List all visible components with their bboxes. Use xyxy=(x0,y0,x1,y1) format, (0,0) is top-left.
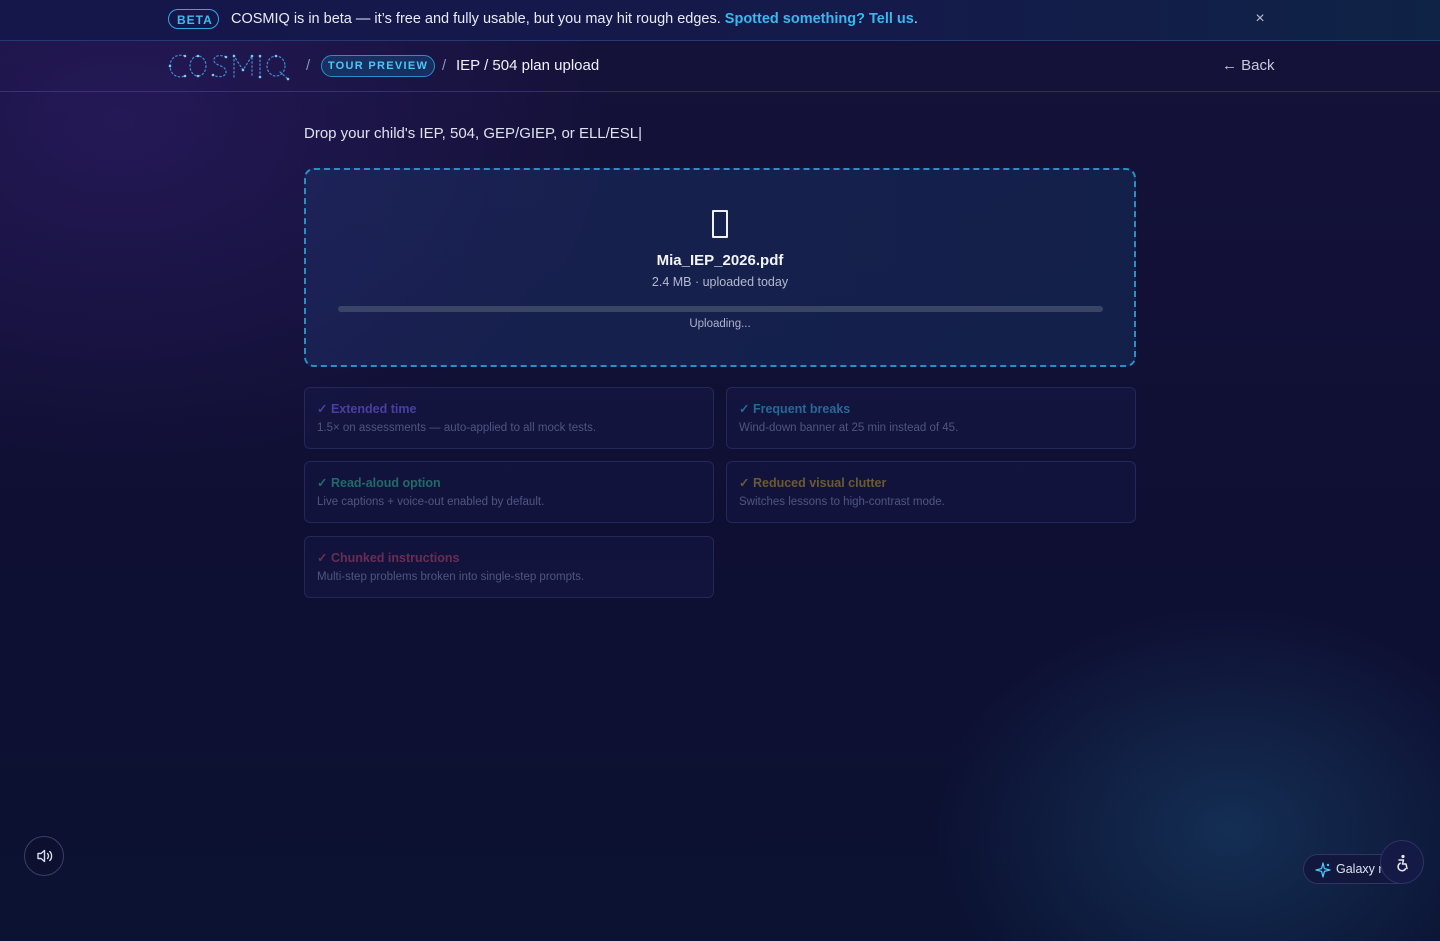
accommodation-title-text: Read-aloud option xyxy=(330,476,441,490)
page-title: IEP / 504 plan upload xyxy=(456,57,600,74)
accommodation-title-text: Frequent breaks xyxy=(752,402,851,416)
accommodation-title: ✓ Read-aloud option xyxy=(317,475,441,490)
sound-toggle-button[interactable] xyxy=(24,836,64,876)
accommodation-description: Switches lessons to high-contrast mode. xyxy=(739,496,945,508)
galaxy-label: Galaxy r xyxy=(1336,862,1383,876)
accommodation-title-text: Reduced visual clutter xyxy=(752,476,887,490)
accessibility-icon xyxy=(1397,854,1408,872)
top-header: / TOUR PREVIEW / IEP / 504 plan upload ←… xyxy=(0,41,1440,92)
tour-preview-badge: TOUR PREVIEW xyxy=(321,55,435,77)
upload-dropzone[interactable]: Mia_IEP_2026.pdf 2.4 MB · uploaded today… xyxy=(304,168,1136,367)
beta-message-trailing: . xyxy=(913,11,918,27)
accommodation-title: ✓ Chunked instructions xyxy=(317,550,459,565)
check-icon: ✓ xyxy=(317,476,328,490)
accommodation-title: ✓ Frequent breaks xyxy=(739,401,850,416)
beta-message: COSMIQ is in beta — it’s free and fully … xyxy=(231,11,918,27)
file-name: Mia_IEP_2026.pdf xyxy=(656,252,784,269)
accommodation-card: ✓ Read-aloud option Live captions + voic… xyxy=(304,461,714,523)
accommodation-description: 1.5× on assessments — auto-applied to al… xyxy=(317,422,597,434)
close-icon[interactable]: × xyxy=(1251,10,1269,28)
beta-message-text: COSMIQ is in beta — it’s free and fully … xyxy=(231,11,721,27)
cosmiq-logo[interactable] xyxy=(168,50,292,82)
check-icon: ✓ xyxy=(739,402,750,416)
check-icon: ✓ xyxy=(739,476,750,490)
check-icon: ✓ xyxy=(317,402,328,416)
upload-prompt: Drop your child's IEP, 504, GEP/GIEP, or… xyxy=(304,125,643,142)
speaker-icon xyxy=(37,849,53,863)
accommodation-title: ✓ Reduced visual clutter xyxy=(739,475,886,490)
document-icon xyxy=(712,210,728,238)
accommodation-description: Multi-step problems broken into single-s… xyxy=(317,571,585,583)
back-button[interactable]: ← Back xyxy=(1222,57,1275,74)
sparkle-icon xyxy=(1315,862,1331,878)
accommodation-card: ✓ Reduced visual clutter Switches lesson… xyxy=(726,461,1136,523)
accommodation-card: ✓ Chunked instructions Multi-step proble… xyxy=(304,536,714,598)
upload-status: Uploading... xyxy=(689,318,751,330)
accommodation-title-text: Chunked instructions xyxy=(330,551,460,565)
breadcrumb-separator: / xyxy=(306,57,311,74)
beta-banner: BETA COSMIQ is in beta — it’s free and f… xyxy=(0,0,1440,41)
accommodation-card: ✓ Frequent breaks Wind-down banner at 25… xyxy=(726,387,1136,449)
accommodation-description: Live captions + voice-out enabled by def… xyxy=(317,496,545,508)
accommodation-description: Wind-down banner at 25 min instead of 45… xyxy=(739,422,959,434)
feedback-link[interactable]: Spotted something? Tell us xyxy=(725,11,914,27)
accessibility-button[interactable] xyxy=(1380,840,1424,884)
check-icon: ✓ xyxy=(317,551,328,565)
accommodation-title-text: Extended time xyxy=(330,402,417,416)
beta-badge: BETA xyxy=(168,9,219,29)
accommodation-title: ✓ Extended time xyxy=(317,401,416,416)
file-meta: 2.4 MB · uploaded today xyxy=(651,275,789,289)
accommodation-card: ✓ Extended time 1.5× on assessments — au… xyxy=(304,387,714,449)
upload-progress-bar xyxy=(338,306,1103,312)
breadcrumb-separator: / xyxy=(442,57,447,74)
